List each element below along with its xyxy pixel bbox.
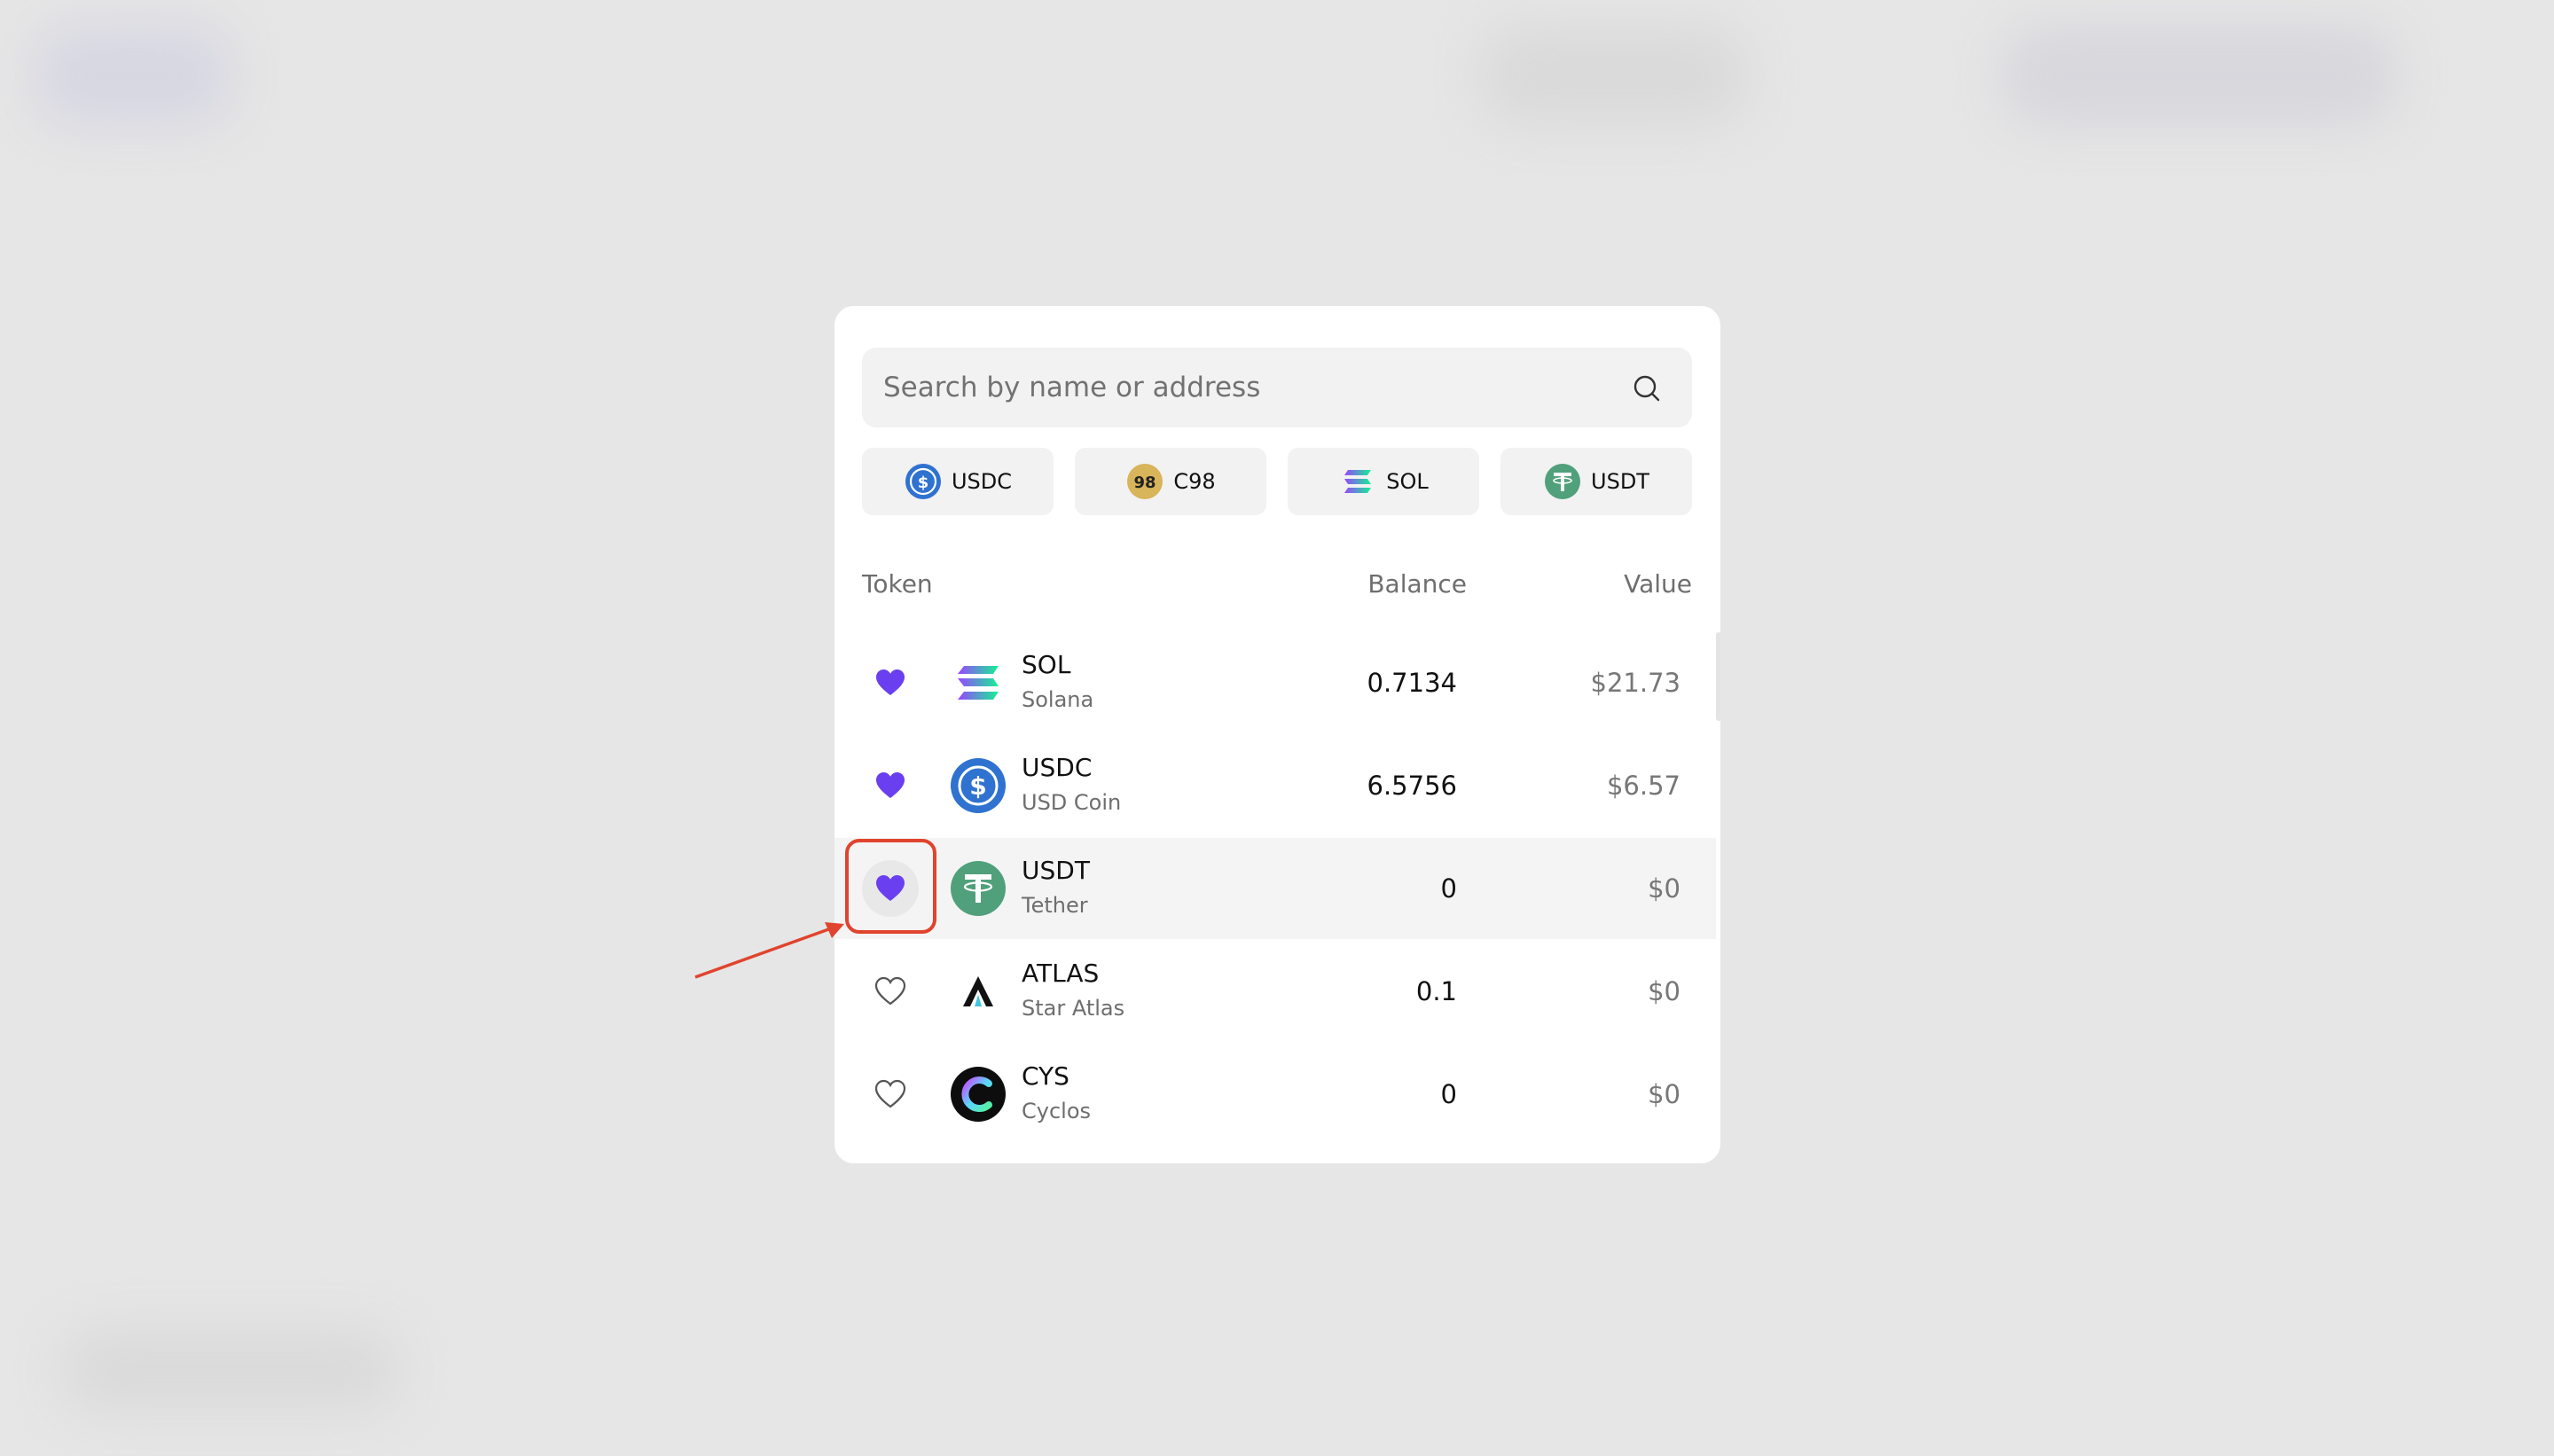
heart-filled-icon — [876, 669, 905, 695]
svg-text:$: $ — [969, 771, 986, 801]
token-value: $21.73 — [1590, 668, 1680, 698]
background-blur-logo — [35, 27, 231, 124]
svg-text:$: $ — [918, 474, 929, 492]
token-balance: 0.1 — [1415, 976, 1457, 1006]
favorite-button[interactable] — [862, 963, 919, 1020]
favorite-button[interactable] — [862, 1066, 919, 1123]
search-bar — [862, 348, 1692, 427]
sol-icon — [950, 654, 1007, 711]
chip-usdt[interactable]: USDT — [1500, 448, 1692, 515]
token-symbol: USDC — [1022, 753, 1093, 782]
chip-sol[interactable]: SOL — [1288, 448, 1479, 515]
token-balance: 0.7134 — [1367, 668, 1457, 698]
usdt-icon — [1543, 462, 1582, 501]
background-blur-button — [2004, 27, 2394, 124]
heart-outline-icon — [874, 976, 906, 1006]
token-name: Star Atlas — [1022, 996, 1125, 1021]
svg-text:98: 98 — [1134, 474, 1156, 492]
search-icon[interactable] — [1632, 373, 1662, 403]
token-value: $6.57 — [1606, 771, 1680, 801]
token-value: $0 — [1648, 873, 1680, 904]
token-row-cys[interactable]: CYS Cyclos 0 $0 — [834, 1044, 1716, 1145]
token-name: Solana — [1022, 687, 1094, 712]
column-header-token: Token — [862, 569, 933, 599]
favorite-button[interactable] — [862, 757, 919, 814]
token-row-usdc[interactable]: $ USDC USD Coin 6.5756 $6.57 — [834, 735, 1716, 836]
atlas-icon — [950, 963, 1007, 1020]
column-header-value: Value — [1624, 569, 1692, 599]
heart-filled-icon — [876, 772, 905, 798]
quick-token-chips: $ USDC 98 C98 SOL USDT — [862, 448, 1692, 515]
token-symbol: SOL — [1022, 650, 1071, 679]
token-name: Cyclos — [1022, 1099, 1092, 1123]
token-row-atlas[interactable]: ATLAS Star Atlas 0.1 $0 — [834, 941, 1716, 1042]
favorite-button[interactable] — [862, 654, 919, 711]
cyclos-icon — [950, 1066, 1007, 1123]
token-symbol: CYS — [1022, 1061, 1069, 1091]
c98-icon: 98 — [1125, 462, 1164, 501]
chip-label: SOL — [1386, 469, 1429, 494]
token-name: USD Coin — [1022, 790, 1122, 815]
background-blur-footer — [62, 1330, 399, 1410]
column-header-balance: Balance — [1367, 569, 1467, 599]
token-name: Tether — [1022, 893, 1088, 918]
annotation-highlight-box — [845, 839, 936, 934]
token-balance: 6.5756 — [1367, 771, 1457, 801]
token-balance: 0 — [1440, 873, 1457, 904]
annotation-arrow-icon — [694, 922, 844, 979]
scrollbar[interactable] — [1716, 632, 1720, 721]
chip-usdc[interactable]: $ USDC — [862, 448, 1054, 515]
usdt-icon — [950, 860, 1007, 917]
heart-outline-icon — [874, 1079, 906, 1108]
chip-c98[interactable]: 98 C98 — [1075, 448, 1266, 515]
token-value: $0 — [1648, 1079, 1680, 1109]
token-symbol: ATLAS — [1022, 959, 1100, 988]
background-blur-button — [1481, 27, 1747, 124]
token-row-usdt[interactable]: USDT Tether 0 $0 — [834, 838, 1716, 939]
chip-label: C98 — [1173, 469, 1216, 494]
token-balance: 0 — [1440, 1079, 1457, 1109]
chip-label: USDC — [951, 469, 1013, 494]
chip-label: USDT — [1591, 469, 1649, 494]
usdc-icon: $ — [950, 757, 1007, 814]
token-value: $0 — [1648, 976, 1680, 1006]
token-select-modal: $ USDC 98 C98 — [834, 306, 1720, 1163]
search-input[interactable] — [883, 348, 1593, 427]
token-symbol: USDT — [1022, 856, 1090, 885]
sol-icon — [1338, 462, 1377, 501]
token-row-sol[interactable]: SOL Solana 0.7134 $21.73 — [834, 632, 1716, 733]
usdc-icon: $ — [904, 462, 943, 501]
